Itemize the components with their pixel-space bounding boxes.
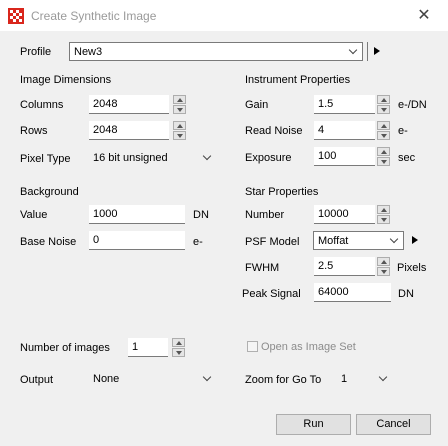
window-title: Create Synthetic Image [31, 9, 157, 23]
chevron-down-icon [389, 234, 399, 244]
exposure-label: Exposure [245, 152, 292, 164]
output-label: Output [20, 374, 54, 386]
gain-stepper[interactable] [377, 95, 390, 114]
instrument-header: Instrument Properties [245, 74, 351, 86]
profile-value: New3 [74, 46, 103, 58]
profile-select[interactable]: New3 [69, 42, 363, 61]
output-value: None [93, 373, 120, 385]
number-label: Number [245, 209, 285, 221]
psf-model-value: Moffat [318, 235, 349, 247]
output-select[interactable]: None [89, 370, 216, 389]
columns-stepper[interactable] [173, 95, 186, 114]
fwhm-label: FWHM [245, 262, 280, 274]
pixel-type-label: Pixel Type [20, 153, 71, 165]
star-header: Star Properties [245, 186, 319, 198]
columns-label: Columns [20, 99, 64, 111]
zoom-value: 1 [341, 373, 348, 385]
pixel-type-select[interactable]: 16 bit unsigned [89, 149, 216, 168]
run-button[interactable]: Run [276, 414, 351, 435]
bg-value-unit: DN [193, 209, 209, 221]
fwhm-unit: Pixels [397, 262, 427, 274]
read-noise-unit: e- [398, 125, 408, 137]
zoom-select[interactable]: 1 [337, 370, 392, 389]
read-noise-stepper[interactable] [377, 121, 390, 140]
peak-signal-unit: DN [398, 288, 414, 300]
cancel-button[interactable]: Cancel [356, 414, 431, 435]
open-as-set-label: Open as Image Set [261, 341, 356, 353]
num-images-label: Number of images [20, 342, 110, 354]
psf-model-label: PSF Model [245, 236, 300, 248]
exposure-unit: sec [398, 152, 416, 164]
rows-input[interactable]: 2048 [89, 121, 169, 140]
app-icon [8, 8, 24, 24]
exposure-stepper[interactable] [377, 147, 390, 166]
pixel-type-value: 16 bit unsigned [93, 152, 168, 164]
read-noise-input[interactable]: 4 [314, 121, 375, 140]
profile-menu-arrow-icon[interactable] [370, 42, 382, 61]
chevron-down-icon [378, 372, 388, 382]
num-images-stepper[interactable] [172, 338, 185, 357]
exposure-input[interactable]: 100 [314, 147, 375, 166]
base-noise-label: Base Noise [20, 236, 77, 248]
zoom-label: Zoom for Go To [245, 374, 322, 386]
peak-signal-input[interactable]: 64000 [314, 283, 391, 302]
chevron-down-icon [348, 45, 358, 55]
fwhm-input[interactable]: 2.5 [314, 257, 375, 276]
fwhm-stepper[interactable] [377, 257, 390, 276]
bg-value-input[interactable]: 1000 [89, 205, 185, 224]
profile-label: Profile [20, 46, 52, 58]
psf-menu-arrow-icon[interactable] [408, 231, 420, 250]
chevron-down-icon [202, 372, 212, 382]
open-as-set-checkbox[interactable] [247, 341, 258, 352]
close-icon[interactable]: ✕ [414, 6, 434, 26]
num-images-input[interactable]: 1 [128, 338, 168, 357]
gain-unit: e-/DN [398, 99, 427, 111]
gain-input[interactable]: 1.5 [314, 95, 375, 114]
divider [367, 42, 368, 61]
rows-label: Rows [20, 125, 48, 137]
bg-value-label: Value [20, 209, 48, 221]
chevron-down-icon [202, 151, 212, 161]
columns-input[interactable]: 2048 [89, 95, 169, 114]
image-dimensions-header: Image Dimensions [20, 74, 112, 86]
gain-label: Gain [245, 99, 269, 111]
psf-model-select[interactable]: Moffat [313, 231, 404, 250]
peak-signal-label: Peak Signal [242, 288, 301, 300]
rows-stepper[interactable] [173, 121, 186, 140]
number-stepper[interactable] [377, 205, 390, 224]
read-noise-label: Read Noise [245, 125, 303, 137]
base-noise-input[interactable]: 0 [89, 231, 185, 250]
base-noise-unit: e- [193, 236, 203, 248]
background-header: Background [20, 186, 79, 198]
number-input[interactable]: 10000 [314, 205, 375, 224]
